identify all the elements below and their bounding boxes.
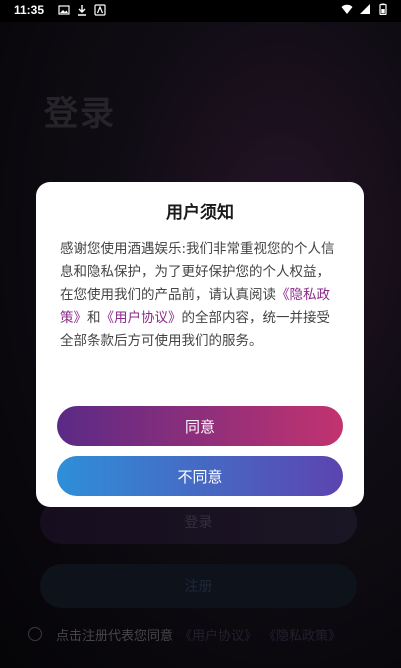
system-icons <box>341 3 389 15</box>
notification-icons <box>58 4 106 16</box>
battery-icon <box>379 3 387 15</box>
dialog-body: 感谢您使用酒遇娱乐:我们非常重视您的个人信息和隐私保护，为了更好保护您的个人权益… <box>60 238 342 353</box>
dialog-user-agreement-link[interactable]: 《用户协议》 <box>101 310 182 326</box>
disagree-button[interactable]: 不同意 <box>57 456 343 496</box>
dialog-title: 用户须知 <box>166 203 234 223</box>
user-notice-dialog: 用户须知 感谢您使用酒遇娱乐:我们非常重视您的个人信息和隐私保护，为了更好保护您… <box>36 182 364 507</box>
login-screen: 11:35 登录 登录 注册 点击注册代表您同意 《用户协议》 《隐私政策》 用… <box>0 0 401 668</box>
status-time: 11:35 <box>14 3 45 17</box>
signal-icon <box>360 4 370 14</box>
status-bar: 11:35 <box>0 0 401 22</box>
wifi-icon <box>341 4 353 14</box>
dialog-body-and: 和 <box>87 310 101 326</box>
image-icon <box>58 5 70 15</box>
app-notification-icon <box>94 4 106 16</box>
download-icon <box>78 5 86 16</box>
agree-button[interactable]: 同意 <box>57 406 343 446</box>
